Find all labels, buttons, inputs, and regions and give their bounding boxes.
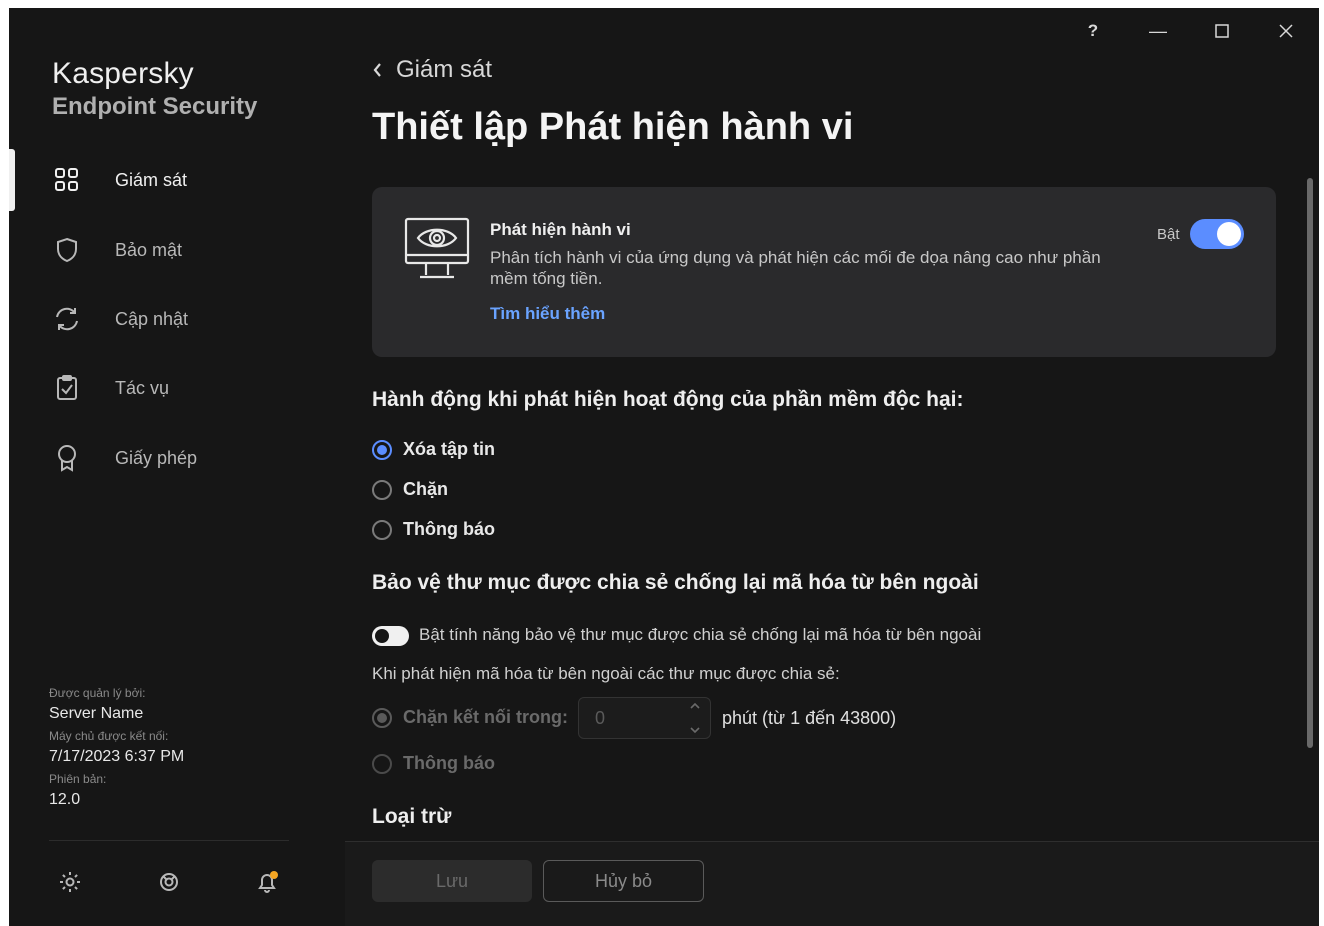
- license-icon: [53, 444, 81, 472]
- component-description: Phân tích hành vi của ứng dụng và phát h…: [490, 248, 1101, 288]
- brand-name: Kaspersky: [52, 57, 194, 90]
- radio-label: Xóa tập tin: [403, 439, 496, 459]
- sidebar-item-label: Tác vụ: [115, 377, 170, 398]
- block-minutes-stepper[interactable]: 0: [578, 697, 711, 739]
- maximize-button[interactable]: [1202, 18, 1242, 44]
- save-button[interactable]: Lưu: [372, 860, 532, 902]
- chevron-left-icon: [373, 63, 381, 77]
- sidebar: Kaspersky Endpoint Security Giám sát Bảo…: [9, 8, 345, 926]
- update-icon: [53, 305, 81, 333]
- stepper-arrows[interactable]: [688, 702, 702, 734]
- chevron-down-icon[interactable]: [689, 726, 701, 734]
- toggle-knob: [375, 629, 389, 643]
- action-heading: Hành động khi phát hiện hoạt động của ph…: [372, 388, 964, 411]
- notifications-button[interactable]: [254, 868, 282, 896]
- block-minutes-value: 0: [595, 708, 606, 728]
- monitor-eye-icon: [404, 217, 470, 279]
- radio-label: Chặn kết nối trong:: [403, 707, 568, 727]
- help-button[interactable]: ?: [1073, 18, 1113, 44]
- shared-folders-toggle-label: Bật tính năng bảo vệ thư mục được chia s…: [419, 625, 982, 644]
- block-connection-option[interactable]: Chặn kết nối trong:: [372, 707, 568, 728]
- back-label: Giám sát: [396, 56, 493, 83]
- radio-label: Thông báo: [403, 519, 495, 539]
- action-option-block[interactable]: Chặn: [372, 479, 448, 500]
- server-connected-value: 7/17/2023 6:37 PM: [49, 748, 185, 765]
- sidebar-item-license[interactable]: Giấy phép: [9, 430, 345, 486]
- radio-label: Thông báo: [403, 753, 495, 773]
- sidebar-item-security[interactable]: Bảo mật: [9, 222, 345, 278]
- notifications-icon: [258, 871, 278, 893]
- sidebar-item-label: Bảo mật: [115, 239, 183, 260]
- page-title: Thiết lập Phát hiện hành vi: [372, 106, 854, 148]
- shield-icon: [53, 236, 81, 264]
- footer-divider: [345, 841, 1319, 842]
- sidebar-item-tasks[interactable]: Tác vụ: [9, 360, 345, 416]
- shared-folders-heading: Bảo vệ thư mục được chia sẻ chống lại mã…: [372, 571, 979, 594]
- shared-folders-toggle[interactable]: [372, 626, 409, 646]
- action-option-notify[interactable]: Thông báo: [372, 519, 495, 540]
- radio-button[interactable]: [372, 707, 392, 728]
- app-window: ? — Kaspersky Endpoint Security Giám sát: [9, 8, 1319, 926]
- tasks-icon: [53, 374, 81, 402]
- radio-button[interactable]: [372, 519, 392, 540]
- sidebar-item-label: Cập nhật: [115, 308, 189, 329]
- version-value: 12.0: [49, 791, 81, 808]
- version-label: Phiên bản:: [49, 772, 107, 786]
- toggle-knob: [1217, 222, 1241, 246]
- minimize-button[interactable]: —: [1138, 18, 1178, 44]
- radio-button[interactable]: [372, 479, 392, 500]
- back-button[interactable]: Giám sát: [372, 56, 492, 84]
- dashboard-icon: [53, 166, 81, 194]
- component-title: Phát hiện hành vi: [490, 220, 631, 239]
- component-card: Phát hiện hành vi Phân tích hành vi của …: [372, 187, 1276, 357]
- scrollbar[interactable]: [1307, 178, 1313, 748]
- managed-by-value: Server Name: [49, 705, 144, 722]
- support-icon: [160, 873, 178, 891]
- minimize-icon: —: [1149, 20, 1167, 41]
- notify-option[interactable]: Thông báo: [372, 753, 495, 774]
- exclusions-heading: Loại trừ: [372, 805, 452, 828]
- close-icon: [1279, 24, 1293, 38]
- brand-product: Endpoint Security: [52, 93, 258, 120]
- radio-button[interactable]: [372, 753, 392, 774]
- settings-icon: [60, 872, 80, 892]
- help-label: ?: [1087, 21, 1099, 40]
- component-status-label: Bật: [1157, 226, 1180, 243]
- radio-button[interactable]: [372, 439, 392, 460]
- component-toggle[interactable]: [1190, 219, 1244, 249]
- learn-more-link[interactable]: Tìm hiểu thêm: [490, 304, 605, 324]
- block-minutes-unit: phút (từ 1 đến 43800): [722, 708, 897, 728]
- maximize-icon: [1215, 24, 1229, 38]
- server-connected-label: Máy chủ được kết nối:: [49, 729, 169, 743]
- sidebar-item-update[interactable]: Cập nhật: [9, 291, 345, 347]
- sidebar-divider: [49, 840, 289, 841]
- managed-by-label: Được quản lý bởi:: [49, 686, 146, 700]
- close-button[interactable]: [1266, 18, 1306, 44]
- sidebar-item-monitoring[interactable]: Giám sát: [9, 152, 345, 208]
- sidebar-item-label: Giấy phép: [115, 447, 198, 468]
- shared-folders-subheading: Khi phát hiện mã hóa từ bên ngoài các th…: [372, 664, 840, 683]
- action-option-delete[interactable]: Xóa tập tin: [372, 439, 495, 460]
- chevron-up-icon[interactable]: [689, 702, 701, 710]
- settings-button[interactable]: [56, 868, 84, 896]
- cancel-button[interactable]: Hủy bỏ: [543, 860, 704, 902]
- radio-label: Chặn: [403, 479, 448, 499]
- support-button[interactable]: [155, 868, 183, 896]
- sidebar-item-label: Giám sát: [115, 169, 188, 190]
